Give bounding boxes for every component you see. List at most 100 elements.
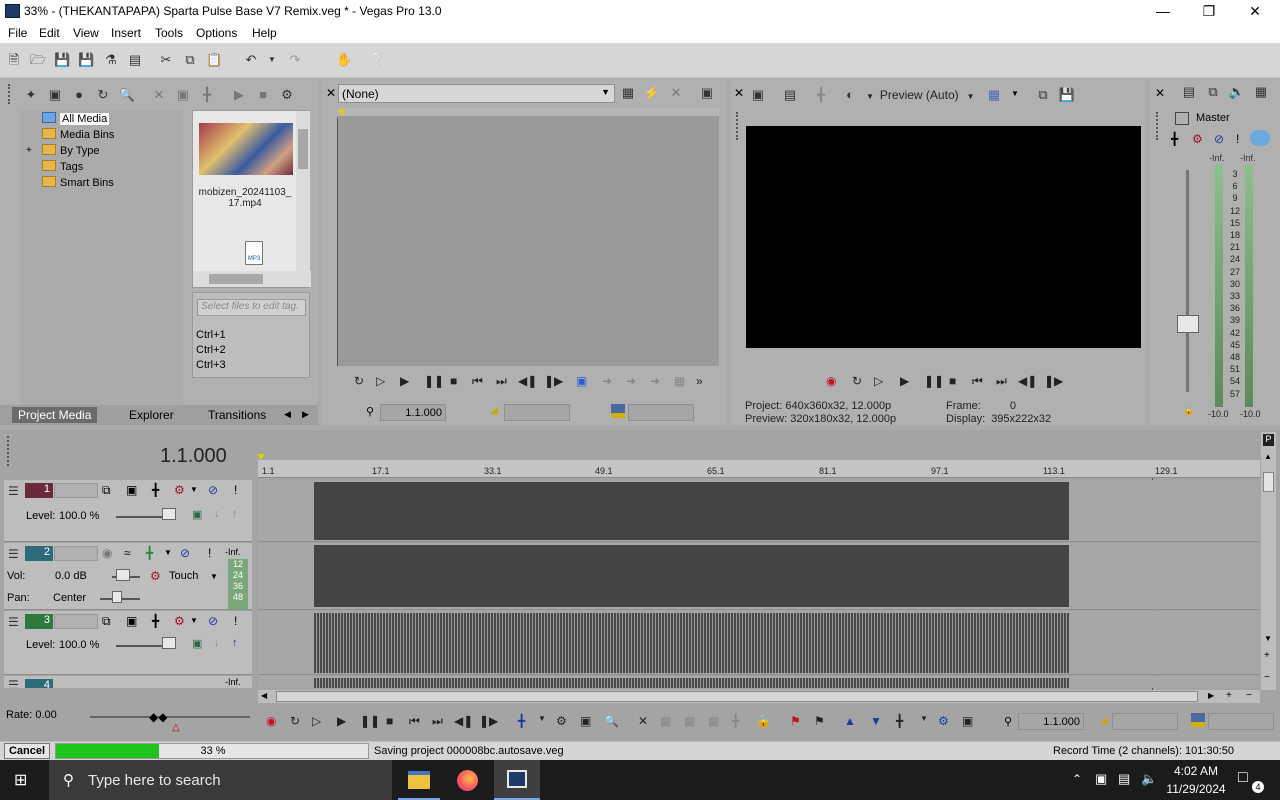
- track-settings-icon[interactable]: ▣: [192, 508, 202, 521]
- selection-start-field[interactable]: [1112, 713, 1178, 730]
- stop-icon[interactable]: ■: [450, 374, 457, 388]
- trimmer-display[interactable]: [337, 108, 719, 366]
- chevron-down-icon[interactable]: ▼: [920, 714, 928, 723]
- split-screen-icon[interactable]: ◐: [841, 86, 859, 104]
- help-pointer-icon[interactable]: ❔: [369, 52, 385, 68]
- tab-scroll-right-icon[interactable]: ▶: [302, 409, 309, 420]
- record-icon[interactable]: ◉: [826, 374, 836, 388]
- chevron-down-icon[interactable]: ▼: [190, 616, 198, 625]
- play-from-start-icon[interactable]: ▷: [874, 374, 883, 388]
- composite-mode-icon[interactable]: ⧉: [102, 483, 111, 498]
- trimmer-fit-icon[interactable]: ▦: [674, 374, 685, 388]
- undo-icon[interactable]: ↶: [243, 52, 259, 68]
- play-icon[interactable]: ▶: [400, 374, 409, 388]
- rate-slider[interactable]: ◆◆: [149, 710, 167, 724]
- video-clip[interactable]: [314, 613, 1069, 673]
- mute-icon[interactable]: ⊘: [208, 483, 218, 497]
- move-up-icon[interactable]: ↑: [232, 508, 238, 520]
- record-icon[interactable]: ◉: [266, 714, 276, 728]
- master-link-icon[interactable]: [1250, 130, 1270, 146]
- cut-icon[interactable]: ✂: [158, 52, 174, 68]
- save-snapshot-icon[interactable]: 💾: [1058, 86, 1076, 104]
- arm-record-icon[interactable]: ◉: [102, 546, 112, 560]
- track-name-field[interactable]: [54, 614, 98, 629]
- zoom-out-vertical-icon[interactable]: −: [1264, 672, 1270, 683]
- preview-quality-dropdown[interactable]: ▼ Preview (Auto) ▼: [866, 88, 975, 102]
- stop-icon[interactable]: ■: [949, 374, 956, 388]
- chevron-down-icon[interactable]: ▼: [190, 485, 198, 494]
- level-slider[interactable]: [162, 508, 176, 520]
- tree-item-media-bins[interactable]: Media Bins: [42, 128, 114, 144]
- media-fx-icon[interactable]: ▣: [174, 86, 192, 104]
- paste-icon[interactable]: 📋: [206, 52, 222, 68]
- mp3-file-icon[interactable]: MP3: [245, 241, 263, 265]
- track-lane-2[interactable]: [258, 543, 1260, 610]
- stop-icon[interactable]: ■: [386, 714, 393, 728]
- selection-length-field[interactable]: [1208, 713, 1274, 730]
- volume-icon[interactable]: 🔈: [1141, 771, 1157, 787]
- insert-marker-icon[interactable]: ⚑: [790, 714, 801, 728]
- invert-phase-icon[interactable]: ≈: [124, 546, 131, 560]
- video-fx-icon[interactable]: ╋: [812, 86, 830, 104]
- undo-dropdown-icon[interactable]: ▼: [264, 52, 280, 68]
- auto-preview-icon[interactable]: ⚙: [278, 86, 296, 104]
- go-start-icon[interactable]: ⏮: [972, 374, 983, 389]
- external-monitor-icon[interactable]: ▤: [781, 86, 799, 104]
- taskbar-search[interactable]: ⚲ Type here to search: [49, 760, 392, 800]
- video-thumbnail[interactable]: [199, 123, 293, 175]
- trimmer-marker-icon[interactable]: ▦: [619, 84, 637, 102]
- trimmer-fx-icon[interactable]: ⚡: [643, 84, 661, 102]
- track-expand-icon[interactable]: ☰: [8, 547, 19, 561]
- tree-item-tags[interactable]: Tags: [42, 160, 83, 176]
- track-lane-4[interactable]: [258, 676, 1260, 688]
- save-as-icon[interactable]: 💾: [78, 52, 94, 68]
- tab-scroll-left-icon[interactable]: ◀: [284, 409, 291, 420]
- tab-transitions[interactable]: Transitions: [208, 408, 266, 422]
- audio-clip[interactable]: [314, 545, 1069, 607]
- composite-mode-icon[interactable]: ⧉: [102, 614, 111, 629]
- solo-icon[interactable]: !: [234, 483, 237, 497]
- level-slider[interactable]: [162, 637, 176, 649]
- mute-icon[interactable]: ⊘: [180, 546, 190, 560]
- automation-icon[interactable]: ⚙: [150, 569, 161, 583]
- trimmer-length-field[interactable]: [628, 404, 694, 421]
- preview-properties-icon[interactable]: ▣: [749, 86, 767, 104]
- mixer-layout-icon[interactable]: ▦: [1252, 83, 1270, 101]
- get-media-icon[interactable]: ●: [70, 86, 88, 104]
- mixer-dim-icon[interactable]: 🔈: [1228, 83, 1246, 101]
- panel-grip[interactable]: [736, 112, 740, 140]
- menu-help[interactable]: Help: [252, 26, 277, 40]
- track-expand-icon[interactable]: ☰: [8, 678, 19, 688]
- prev-frame-icon[interactable]: ◀❚: [518, 374, 537, 388]
- overlays-dropdown-icon[interactable]: ▼: [1011, 89, 1019, 98]
- horizontal-scrollbar[interactable]: [193, 271, 311, 287]
- loop-icon[interactable]: ↻: [290, 714, 300, 728]
- tag-input[interactable]: Select files to edit tag.: [197, 299, 306, 316]
- import-media-icon[interactable]: ✦: [22, 86, 40, 104]
- media-filename[interactable]: mobizen_20241103_ 17.mp4: [193, 187, 297, 209]
- solo-icon[interactable]: !: [208, 546, 211, 560]
- trimmer-select-icon[interactable]: ▣: [576, 374, 587, 388]
- scroll-left-icon[interactable]: ◀: [261, 691, 267, 700]
- panel-grip[interactable]: [7, 436, 11, 466]
- move-down-icon[interactable]: ↓: [214, 637, 220, 649]
- track-motion-icon[interactable]: ╋: [152, 483, 159, 497]
- marker-bar-icon[interactable]: P: [1263, 434, 1274, 446]
- tab-explorer[interactable]: Explorer: [129, 408, 174, 422]
- refresh-icon[interactable]: ↻: [94, 86, 112, 104]
- track-name-field[interactable]: [54, 483, 98, 498]
- taskbar-time[interactable]: 4:02 AM: [1166, 764, 1226, 778]
- next-frame-icon[interactable]: ❚▶: [479, 714, 498, 728]
- network-icon[interactable]: ▣: [1095, 771, 1107, 787]
- menu-file[interactable]: File: [8, 26, 27, 40]
- windows-start-icon[interactable]: ⊞: [14, 772, 32, 790]
- track-lane-3[interactable]: [258, 611, 1260, 675]
- menu-tools[interactable]: Tools: [155, 26, 183, 40]
- copy-snapshot-icon[interactable]: ⧉: [1034, 86, 1052, 104]
- cancel-button[interactable]: Cancel: [4, 743, 50, 759]
- play-icon[interactable]: ▶: [900, 374, 909, 388]
- master-solo-icon[interactable]: !: [1236, 132, 1239, 146]
- vertical-scrollbar[interactable]: [296, 111, 310, 271]
- ignore-event-grouping-icon[interactable]: ╋: [896, 714, 903, 728]
- track-header-3[interactable]: ☰ 3 ⧉ ▣ ╋ ⚙ ▼ ⊘ ! Level: 100.0 % ▣ ↓ ↑: [4, 611, 252, 675]
